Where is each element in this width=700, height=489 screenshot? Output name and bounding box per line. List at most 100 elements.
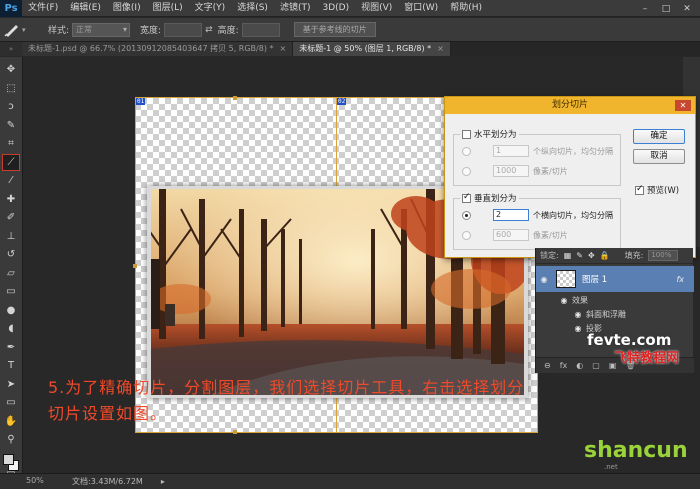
slice-handle[interactable] bbox=[233, 430, 237, 434]
dialog-close-button[interactable]: ✕ bbox=[675, 100, 691, 111]
menu-item[interactable]: 3D(D) bbox=[316, 0, 355, 17]
blur-tool-icon[interactable]: ● bbox=[2, 302, 20, 319]
vertical-divide-checkbox[interactable] bbox=[462, 192, 471, 203]
type-tool-icon[interactable]: T bbox=[2, 357, 20, 374]
lock-all-icon[interactable]: 🔒 bbox=[600, 251, 610, 260]
lasso-tool-icon[interactable]: ↄ bbox=[2, 98, 20, 115]
healing-brush-tool-icon[interactable]: ✚ bbox=[2, 191, 20, 208]
maximize-button[interactable]: □ bbox=[657, 2, 675, 15]
close-icon[interactable]: × bbox=[437, 42, 444, 56]
zoom-level[interactable]: 50% bbox=[26, 476, 60, 488]
visibility-eye-icon[interactable]: ◉ bbox=[556, 296, 572, 305]
chevron-down-icon: ▾ bbox=[22, 25, 26, 34]
minimize-button[interactable]: – bbox=[636, 2, 654, 15]
dialog-titlebar[interactable]: 划分切片 ✕ bbox=[445, 97, 695, 114]
tutorial-annotation-line-1: 5.为了精确切片，分割图层，我们选择切片工具，右击选择划分 bbox=[48, 378, 525, 397]
lock-pixels-icon[interactable]: ✎ bbox=[576, 251, 583, 260]
preview-label: 预览(W) bbox=[647, 186, 680, 196]
brush-tool-icon[interactable]: ✐ bbox=[2, 209, 20, 226]
shape-tool-icon[interactable]: ▭ bbox=[2, 394, 20, 411]
add-style-icon[interactable]: fx bbox=[560, 361, 568, 370]
window-controls: – □ ✕ bbox=[636, 2, 696, 15]
close-icon[interactable]: × bbox=[280, 42, 287, 56]
horizontal-pixel-row: 1000 像素/切片 bbox=[462, 165, 568, 177]
visibility-eye-icon[interactable]: ◉ bbox=[570, 324, 586, 333]
vertical-divide-label: 垂直划分为 bbox=[474, 194, 517, 204]
vertical-pixel-suffix: 像素/切片 bbox=[533, 230, 568, 240]
horizontal-pixel-suffix: 像素/切片 bbox=[533, 166, 568, 176]
width-field[interactable] bbox=[164, 22, 203, 37]
fill-field[interactable]: 100% bbox=[648, 250, 679, 261]
visibility-eye-icon[interactable]: ◉ bbox=[536, 275, 552, 284]
style-select[interactable]: 正常 bbox=[72, 22, 131, 37]
menu-item[interactable]: 图像(I) bbox=[107, 0, 147, 17]
hand-tool-icon[interactable]: ✋ bbox=[2, 413, 20, 430]
horizontal-pixel-radio[interactable] bbox=[462, 166, 471, 176]
foreground-color-swatch[interactable] bbox=[3, 453, 14, 465]
cancel-button[interactable]: 取消 bbox=[633, 149, 685, 164]
shancun-sub-watermark: .net bbox=[604, 463, 618, 471]
swap-icon[interactable]: ⇄ bbox=[205, 25, 213, 35]
vertical-count-field[interactable]: 2 bbox=[493, 209, 529, 221]
horizontal-count-field[interactable]: 1 bbox=[493, 145, 529, 157]
horizontal-pixel-field[interactable]: 1000 bbox=[493, 165, 529, 177]
toolbar-gripper[interactable]: » bbox=[0, 42, 22, 56]
slice-handle[interactable] bbox=[133, 264, 137, 268]
eraser-tool-icon[interactable]: ▱ bbox=[2, 265, 20, 282]
menu-bar: Ps 文件(F) 编辑(E) 图像(I) 图层(L) 文字(Y) 选择(S) 滤镜(T) 3D… bbox=[0, 0, 700, 17]
crop-tool-icon[interactable]: ⌗ bbox=[2, 135, 20, 152]
status-menu-arrow-icon[interactable]: ▸ bbox=[161, 477, 165, 486]
new-group-icon[interactable]: ▢ bbox=[592, 361, 600, 370]
link-layers-icon[interactable]: ⊖ bbox=[544, 361, 551, 370]
menu-item[interactable]: 帮助(H) bbox=[444, 0, 488, 17]
preview-checkbox[interactable] bbox=[635, 184, 644, 195]
marquee-tool-icon[interactable]: ⬚ bbox=[2, 80, 20, 97]
quick-select-tool-icon[interactable]: ✎ bbox=[2, 117, 20, 134]
horizontal-count-radio[interactable] bbox=[462, 146, 471, 156]
gradient-tool-icon[interactable]: ▭ bbox=[2, 283, 20, 300]
fx-badge[interactable]: fx bbox=[676, 275, 684, 284]
height-field[interactable] bbox=[241, 22, 280, 37]
menu-item[interactable]: 滤镜(T) bbox=[274, 0, 317, 17]
ok-button[interactable]: 确定 bbox=[633, 129, 685, 144]
zoom-tool-icon[interactable]: ⚲ bbox=[2, 431, 20, 448]
vertical-divide-group: 垂直划分为 2 个横向切片，均匀分隔 600 像素/切片 bbox=[453, 192, 621, 250]
history-brush-tool-icon[interactable]: ↺ bbox=[2, 246, 20, 263]
vertical-pixel-radio[interactable] bbox=[462, 230, 471, 240]
add-mask-icon[interactable]: ◐ bbox=[576, 361, 583, 370]
move-tool-icon[interactable]: ✥ bbox=[2, 61, 20, 78]
menu-item[interactable]: 选择(S) bbox=[231, 0, 274, 17]
effect-item-label: 斜面和浮雕 bbox=[586, 309, 626, 319]
stamp-tool-icon[interactable]: ⊥ bbox=[2, 228, 20, 245]
slice-handle[interactable] bbox=[233, 96, 237, 100]
dodge-tool-icon[interactable]: ◖ bbox=[2, 320, 20, 337]
shancun-watermark: shancun bbox=[584, 438, 688, 463]
tool-preset-picker[interactable]: ▾ bbox=[4, 20, 38, 40]
options-bar: ▾ 样式: 正常 宽度: ⇄ 高度: 基于参考线的切片 bbox=[0, 18, 700, 42]
path-select-tool-icon[interactable]: ➤ bbox=[2, 376, 20, 393]
vertical-count-radio[interactable] bbox=[462, 210, 471, 220]
menu-item[interactable]: 窗口(W) bbox=[398, 0, 444, 17]
layer-row-selected[interactable]: ◉ 图层 1 fx bbox=[536, 266, 694, 292]
pen-tool-icon[interactable]: ✒ bbox=[2, 339, 20, 356]
menu-items: 文件(F) 编辑(E) 图像(I) 图层(L) 文字(Y) 选择(S) 滤镜(T) 3D(D)… bbox=[22, 0, 488, 17]
close-button[interactable]: ✕ bbox=[678, 2, 696, 15]
slice-tool-icon[interactable]: ⟋ bbox=[2, 153, 20, 171]
horizontal-divide-checkbox[interactable] bbox=[462, 129, 471, 139]
vertical-pixel-field[interactable]: 600 bbox=[493, 229, 529, 241]
lock-transparency-icon[interactable]: ▦ bbox=[564, 251, 572, 260]
slices-from-guides-button[interactable]: 基于参考线的切片 bbox=[293, 22, 376, 37]
eyedropper-tool-icon[interactable]: ⁄ bbox=[2, 172, 20, 189]
tab-document-2[interactable]: 未标题-1 @ 50% (图层 1, RGB/8) * × bbox=[293, 42, 451, 56]
menu-item[interactable]: 视图(V) bbox=[355, 0, 398, 17]
menu-item[interactable]: 图层(L) bbox=[147, 0, 189, 17]
menu-item[interactable]: 文件(F) bbox=[22, 0, 64, 17]
menu-item[interactable]: 编辑(E) bbox=[64, 0, 107, 17]
lock-position-icon[interactable]: ✥ bbox=[588, 251, 595, 260]
effect-item-bevel[interactable]: ◉ 斜面和浮雕 bbox=[536, 308, 694, 320]
tab-document-1[interactable]: 未标题-1.psd @ 66.7% (20130912085403647 拷贝 … bbox=[22, 42, 294, 56]
visibility-eye-icon[interactable]: ◉ bbox=[570, 310, 586, 319]
effects-row[interactable]: ◉ 效果 bbox=[536, 294, 694, 306]
status-bar: 50% 文档:3.43M/6.72M ▸ bbox=[0, 473, 700, 489]
menu-item[interactable]: 文字(Y) bbox=[189, 0, 232, 17]
